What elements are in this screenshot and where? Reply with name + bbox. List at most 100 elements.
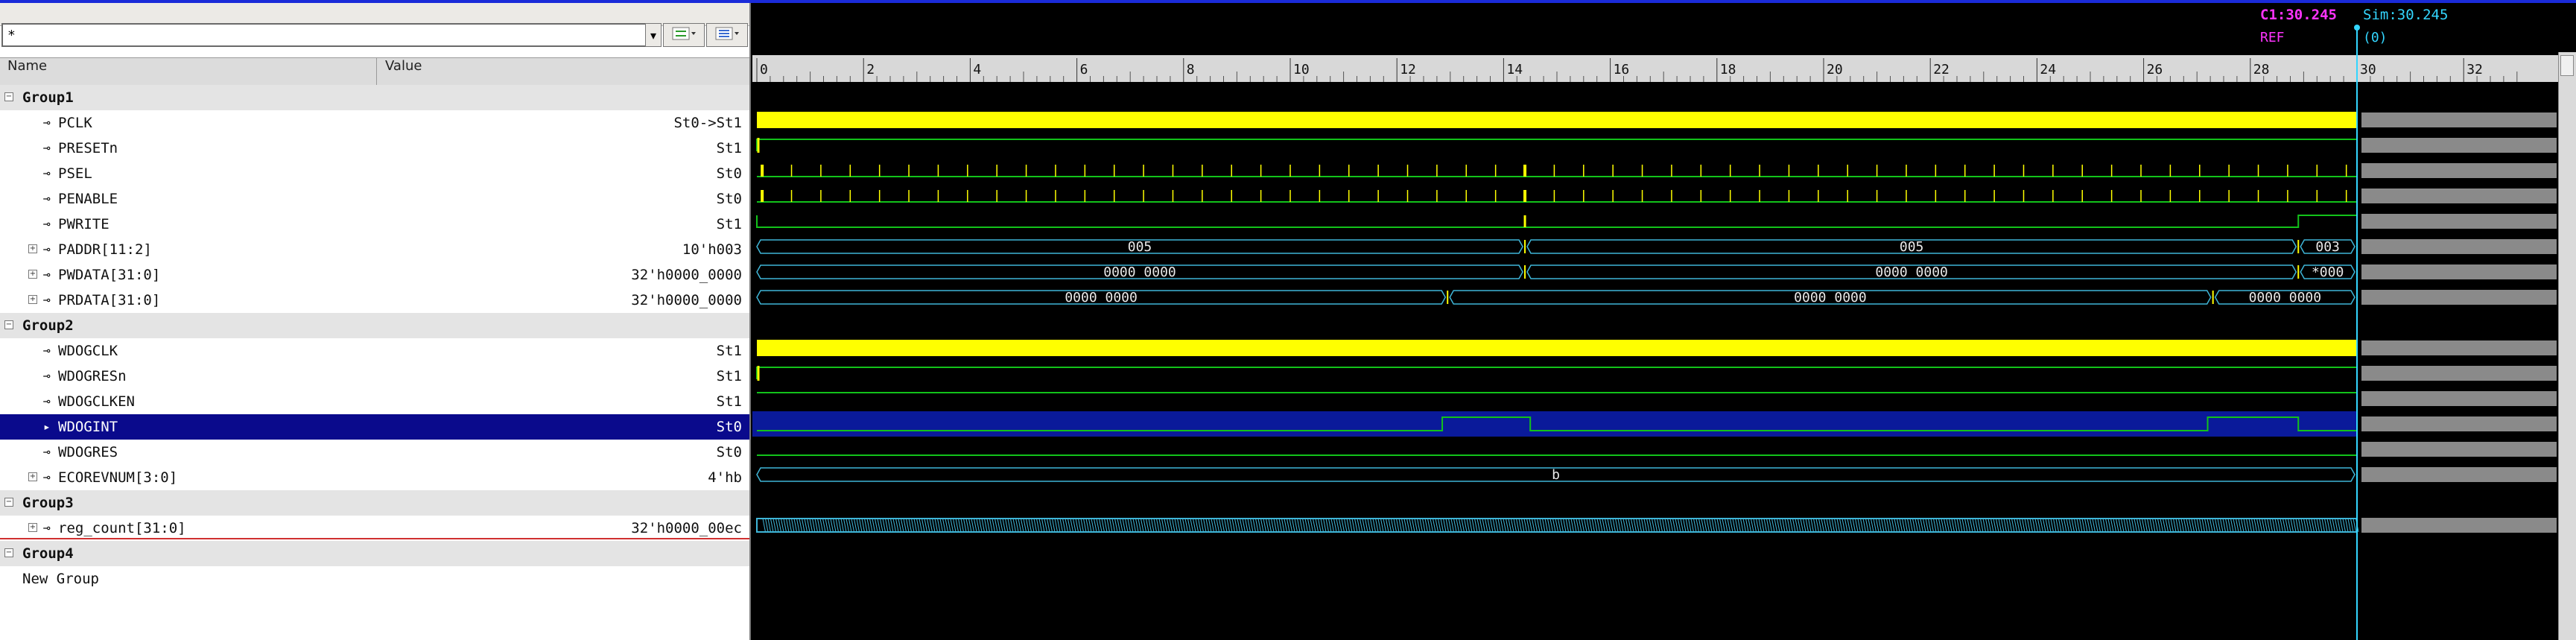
signal-name: WDOGINT: [58, 419, 118, 435]
signal-value: St0: [716, 444, 742, 460]
name-column-header[interactable]: Name: [0, 58, 377, 85]
grid-icon: [714, 25, 740, 45]
signal-icon: ⊸: [43, 445, 51, 459]
timeline-tick-label: 30: [2360, 62, 2376, 77]
signal-row-prdata-31-0[interactable]: + ⊸ PRDATA[31:0] 32'h0000_0000: [0, 288, 749, 313]
signal-value: St0: [716, 165, 742, 182]
filter-dropdown-button[interactable]: ▾: [645, 23, 662, 47]
signal-value: 32'h0000_0000: [631, 292, 742, 308]
add-signal-button[interactable]: [663, 23, 705, 47]
signal-row-ecorevnum-3-0[interactable]: + ⊸ ECOREVNUM[3:0] 4'hb: [0, 465, 749, 490]
group-label: Group3: [22, 495, 74, 511]
ref-label: REF: [2260, 30, 2285, 45]
timeline-tick-label: 28: [2253, 62, 2270, 77]
bus-value-label: b: [1552, 467, 1560, 483]
timeline-tick-label: 4: [973, 62, 981, 77]
bus-value-label: 0000 0000: [2249, 290, 2322, 305]
timeline-tick-label: 26: [2147, 62, 2163, 77]
future-value-block: [2361, 518, 2557, 533]
signal-value: 10'h003: [682, 241, 742, 258]
delta-label: (0): [2363, 30, 2388, 45]
collapse-toggle-icon[interactable]: −: [4, 320, 13, 329]
signal-name: PENABLE: [58, 191, 118, 207]
group-row-group3[interactable]: − Group3: [0, 490, 749, 516]
vertical-scrollbar[interactable]: [2558, 52, 2576, 640]
bus-icon: ⊸: [43, 242, 51, 256]
chevron-down-icon: ▾: [650, 28, 657, 42]
signal-value: 32'h0000_0000: [631, 267, 742, 283]
signal-name: WDOGRESn: [58, 368, 127, 384]
future-value-block: [2361, 442, 2557, 457]
presetn-waveform: [756, 139, 2357, 151]
signal-filter-input[interactable]: [1, 23, 656, 47]
bus-value-label: 005: [1900, 239, 1924, 255]
future-value-block: [2361, 467, 2557, 482]
bus-icon: ⊸: [43, 470, 51, 484]
pclk-waveform: [757, 112, 2357, 128]
signal-value: St1: [716, 216, 742, 232]
timeline-tick-label: 12: [1400, 62, 1416, 77]
signal-name: PCLK: [58, 115, 92, 131]
signal-row-wdogint[interactable]: ▸ WDOGINT St0: [0, 414, 749, 440]
signal-name: reg_count[31:0]: [58, 520, 186, 536]
signal-row-pclk[interactable]: ⊸ PCLK St0->St1: [0, 110, 749, 136]
new-group-label: New Group: [22, 571, 99, 587]
future-value-block: [2361, 340, 2557, 355]
signal-row-wdogclken[interactable]: ⊸ WDOGCLKEN St1: [0, 389, 749, 414]
group-row-group4[interactable]: − Group4: [0, 541, 749, 566]
timeline-tick-label: 16: [1614, 62, 1630, 77]
waveform-canvas[interactable]: C1:30.245 Sim:30.245REF (0)0 2 4 6 8 10 12 14 16 18…: [752, 3, 2558, 640]
value-column-header[interactable]: Value: [378, 58, 749, 85]
future-value-block: [2361, 113, 2557, 127]
column-header: Name Value: [0, 57, 749, 86]
timeline-tick-label: 8: [1187, 62, 1195, 77]
expand-bus-icon[interactable]: +: [28, 295, 37, 304]
future-value-block: [2361, 239, 2557, 254]
group-label: Group1: [22, 89, 74, 106]
signal-name: PSEL: [58, 165, 92, 182]
expand-bus-icon[interactable]: +: [28, 244, 37, 253]
signal-row-reg-count-31-0[interactable]: + ⊸ reg_count[31:0] 32'h0000_00ec: [0, 516, 749, 541]
collapse-toggle-icon[interactable]: −: [4, 498, 13, 507]
signal-name: WDOGRES: [58, 444, 118, 460]
signal-row-wdogclk[interactable]: ⊸ WDOGCLK St1: [0, 338, 749, 364]
scrollbar-thumb[interactable]: [2560, 55, 2574, 76]
display-options-button[interactable]: [706, 23, 748, 47]
bus-icon: ⊸: [43, 267, 51, 282]
expand-bus-icon[interactable]: +: [28, 472, 37, 481]
future-value-block: [2361, 138, 2557, 153]
signal-icon: ⊸: [43, 191, 51, 206]
signal-row-paddr-11-2[interactable]: + ⊸ PADDR[11:2] 10'h003: [0, 237, 749, 262]
signal-row-new-group[interactable]: New Group: [0, 566, 749, 592]
expand-bus-icon[interactable]: +: [28, 523, 37, 532]
collapse-toggle-icon[interactable]: −: [4, 548, 13, 557]
c1-cursor-label: C1:30.245: [2260, 7, 2337, 23]
future-value-block: [2361, 416, 2557, 431]
signal-row-penable[interactable]: ⊸ PENABLE St0: [0, 186, 749, 212]
signal-row-pwrite[interactable]: ⊸ PWRITE St1: [0, 212, 749, 237]
bus-value-label: 0000 0000: [1103, 264, 1176, 280]
signal-icon: ⊸: [43, 166, 51, 180]
bus-value-label: *000: [2312, 264, 2344, 280]
signal-icon: ⊸: [43, 343, 51, 358]
signal-row-presetn[interactable]: ⊸ PRESETn St1: [0, 136, 749, 161]
group-row-group2[interactable]: − Group2: [0, 313, 749, 338]
signal-row-wdogres[interactable]: ⊸ WDOGRES St0: [0, 440, 749, 465]
timeline-tick-label: 14: [1506, 62, 1523, 77]
timeline-tick-label: 22: [1933, 62, 1950, 77]
timeline-tick-label: 32: [2466, 62, 2483, 77]
expand-bus-icon[interactable]: +: [28, 270, 37, 279]
signal-row-pwdata-31-0[interactable]: + ⊸ PWDATA[31:0] 32'h0000_0000: [0, 262, 749, 288]
group-row-group1[interactable]: − Group1: [0, 85, 749, 110]
signal-value: St1: [716, 368, 742, 384]
signal-value: St0: [716, 191, 742, 207]
bus-value-label: 0000 0000: [1875, 264, 1948, 280]
future-value-block: [2361, 391, 2557, 406]
collapse-toggle-icon[interactable]: −: [4, 92, 13, 101]
signal-name: PADDR[11:2]: [58, 241, 152, 258]
timeline-tick-label: 24: [2040, 62, 2056, 77]
signal-row-wdogresn[interactable]: ⊸ WDOGRESn St1: [0, 364, 749, 389]
signal-icon: ⊸: [43, 394, 51, 408]
signal-row-psel[interactable]: ⊸ PSEL St0: [0, 161, 749, 186]
signal-list-pane: ▾ Name Value −Group1⊸PCLKSt0->St1⊸PRESET…: [0, 3, 751, 640]
